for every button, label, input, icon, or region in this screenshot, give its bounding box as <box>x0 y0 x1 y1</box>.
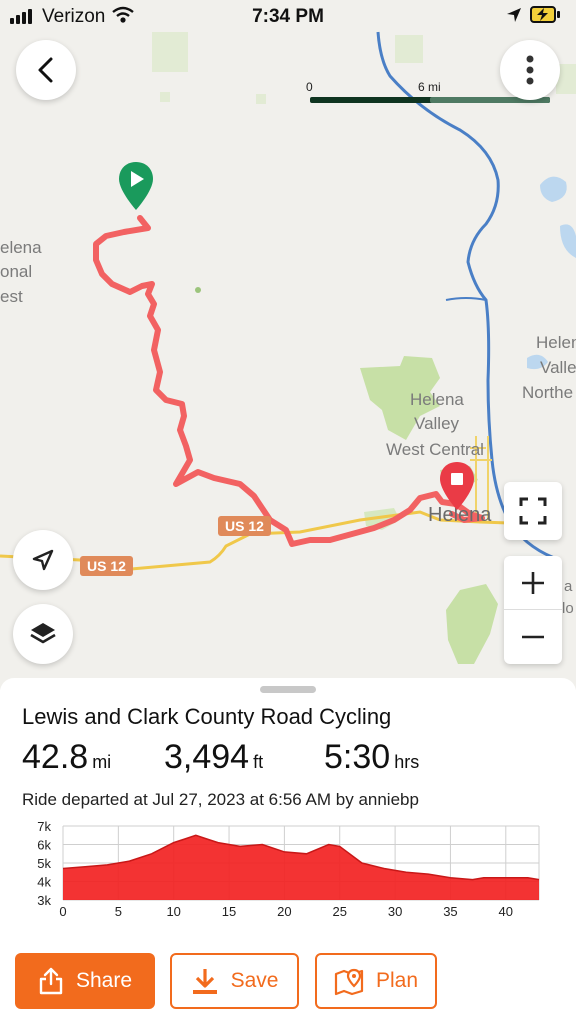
map-pin-icon <box>334 968 364 996</box>
ride-title: Lewis and Clark County Road Cycling <box>22 704 392 729</box>
share-button[interactable]: Share <box>15 953 155 1009</box>
route-shield-us12-west: US 12 <box>80 556 133 576</box>
save-label: Save <box>230 969 279 992</box>
elevation-profile-chart[interactable]: 7k 6k 5k 4k 3k 0 5 10 15 20 25 30 35 40 <box>0 816 576 916</box>
x-tick-label: 25 <box>333 904 347 916</box>
distance-unit: mi <box>92 752 112 772</box>
zoom-controls <box>504 556 562 664</box>
ride-details-sheet: Lewis and Clark County Road Cycling 42.8… <box>0 678 576 1024</box>
stat-elevation: 3,494 ft <box>164 738 263 777</box>
map-label-helena-valley-1: Helena <box>410 390 464 409</box>
map-label-west-central: West Central <box>386 440 484 459</box>
distance-value: 42.8 <box>22 738 89 776</box>
save-button[interactable]: Save <box>170 953 299 1009</box>
battery-icon <box>530 6 556 23</box>
map-view[interactable]: elena onal est Helena Valley West Centra… <box>0 0 576 690</box>
back-arrow-icon <box>38 57 53 83</box>
location-services-icon <box>507 8 521 22</box>
sheet-drag-handle[interactable] <box>260 686 316 693</box>
status-time: 7:34 PM <box>252 6 324 27</box>
scale-bar-line <box>310 97 550 103</box>
download-icon <box>192 969 217 994</box>
x-tick-label: 5 <box>115 904 122 916</box>
map-label-edge-b: lo <box>562 600 574 617</box>
duration-unit: hrs <box>394 752 420 772</box>
plan-label: Plan <box>375 969 419 992</box>
y-tick-label: 4k <box>37 875 51 890</box>
stat-distance: 42.8 mi <box>22 738 111 777</box>
y-tick-label: 5k <box>37 856 51 871</box>
share-label: Share <box>75 969 133 992</box>
elevation-value: 3,494 <box>164 738 250 776</box>
map-label-forest-3: est <box>0 287 23 306</box>
charging-bolt-icon <box>537 8 548 21</box>
map-label-valle-right: Valle <box>540 358 576 377</box>
zoom-out-icon <box>522 635 544 639</box>
y-tick-label: 7k <box>37 819 51 834</box>
scale-tick-mid: 6 mi <box>418 80 441 94</box>
x-tick-label: 0 <box>59 904 66 916</box>
map-layers-button[interactable] <box>13 604 73 664</box>
elevation-unit: ft <box>253 752 264 772</box>
ride-meta: Ride departed at Jul 27, 2023 at 6:56 AM… <box>22 790 419 809</box>
y-tick-label: 6k <box>37 838 51 853</box>
x-tick-label: 40 <box>499 904 513 916</box>
zoom-out-button[interactable] <box>504 610 562 664</box>
map-label-forest-1: elena <box>0 238 42 257</box>
stat-duration: 5:30 hrs <box>324 738 419 777</box>
plan-button[interactable]: Plan <box>315 953 437 1009</box>
y-tick-label: 3k <box>37 893 51 908</box>
fullscreen-icon <box>519 497 547 525</box>
route-shield-us12-east: US 12 <box>218 516 271 536</box>
end-pin-icon[interactable] <box>438 460 476 512</box>
x-tick-label: 30 <box>388 904 402 916</box>
x-tick-label: 35 <box>443 904 457 916</box>
layers-icon <box>30 623 56 644</box>
start-pin-icon[interactable] <box>117 160 155 212</box>
duration-value: 5:30 <box>324 738 391 776</box>
map-label-northe-right: Northe <box>522 383 574 402</box>
x-tick-label: 15 <box>222 904 236 916</box>
scale-tick-start: 0 <box>306 80 313 94</box>
map-label-edge-a: a <box>564 578 573 595</box>
map-label-helen-right: Helen <box>536 333 576 352</box>
zoom-in-icon <box>522 571 544 594</box>
more-vertical-icon <box>526 55 534 85</box>
fullscreen-button[interactable] <box>504 482 562 540</box>
share-icon <box>39 967 63 995</box>
back-button[interactable] <box>16 40 76 100</box>
action-bar: Share Save Plan <box>0 953 576 1011</box>
x-tick-label: 10 <box>166 904 180 916</box>
status-bar: Verizon 7:34 PM <box>0 0 576 34</box>
elevation-area <box>63 835 539 900</box>
more-options-button[interactable] <box>500 40 560 100</box>
x-tick-label: 20 <box>277 904 291 916</box>
zoom-in-button[interactable] <box>504 556 562 610</box>
map-label-forest-2: onal <box>0 262 33 281</box>
ride-stats: 42.8 mi 3,494 ft 5:30 hrs <box>22 738 562 782</box>
locate-me-button[interactable] <box>13 530 73 590</box>
locate-icon <box>32 549 54 571</box>
map-label-helena-valley-2: Valley <box>414 414 460 433</box>
